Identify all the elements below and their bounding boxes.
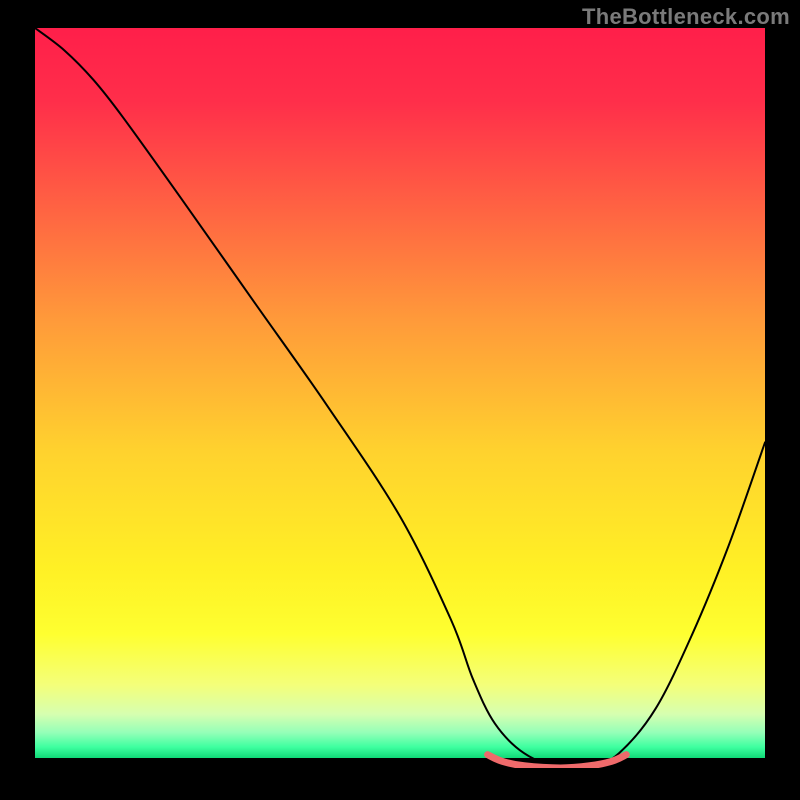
curve-layer (35, 28, 765, 768)
chart-frame: TheBottleneck.com (0, 0, 800, 800)
watermark-text: TheBottleneck.com (582, 4, 790, 30)
bottleneck-curve (35, 28, 765, 768)
plot-area (35, 28, 765, 768)
flat-minimum-marker (488, 755, 627, 768)
